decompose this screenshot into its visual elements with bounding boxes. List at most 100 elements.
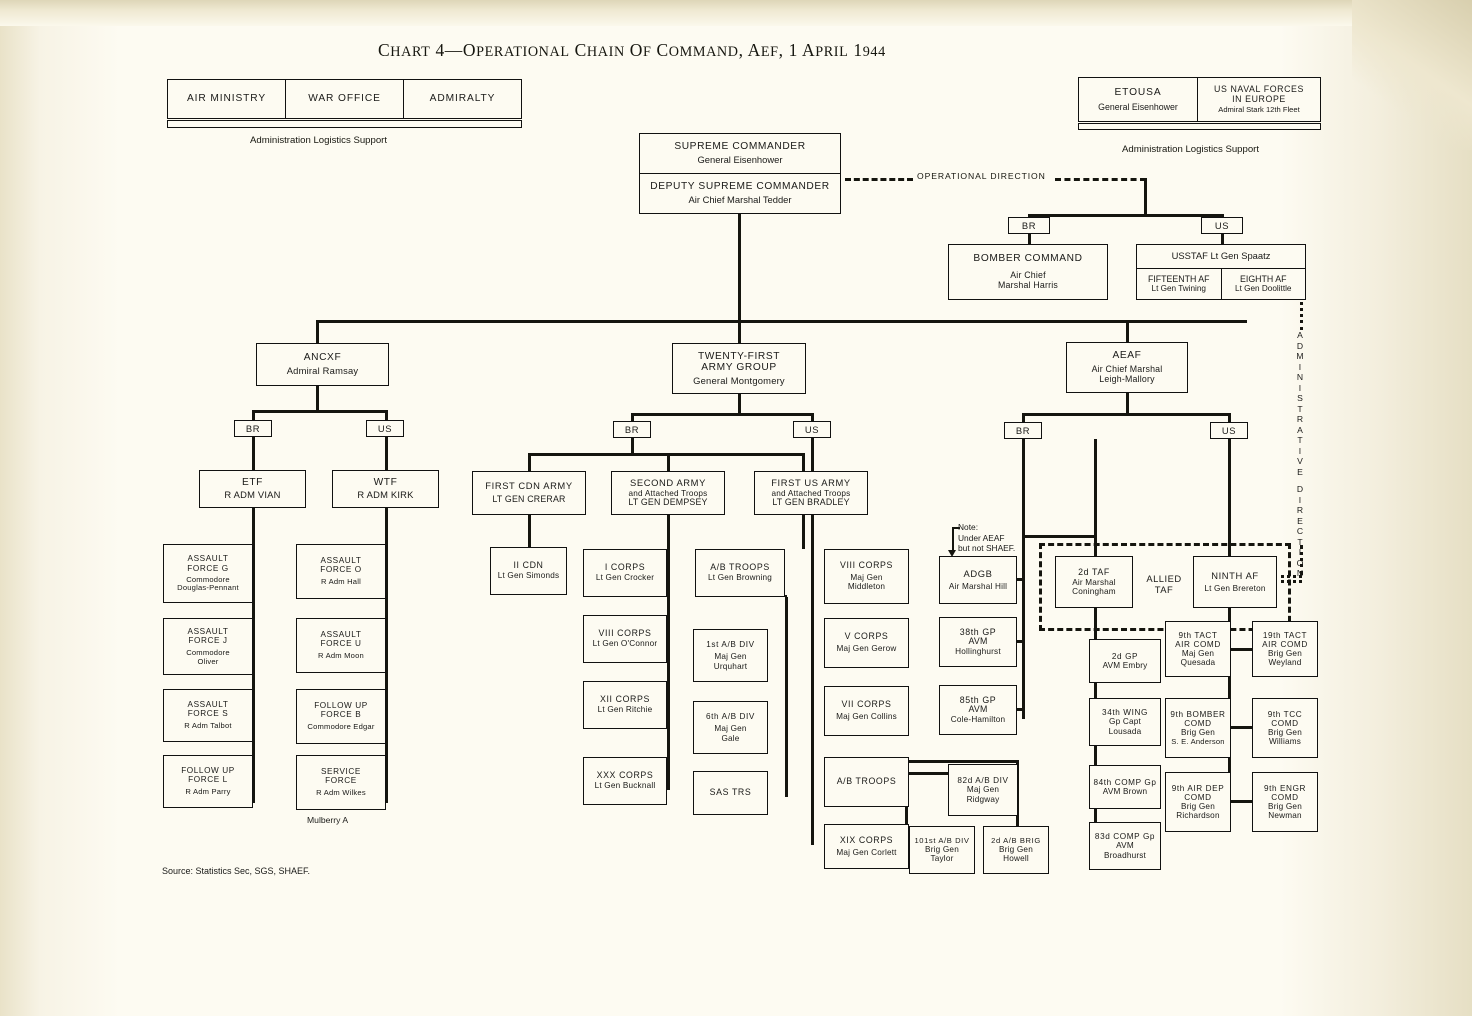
- allied-taf-label-line1: ALLIED: [1146, 573, 1182, 584]
- 38th-gp-box: 38th GP AVM Hollinghurst: [939, 617, 1017, 667]
- tag-br-ancxf: BR: [234, 420, 272, 437]
- v-corps-line2: Maj Gen Gerow: [836, 644, 897, 654]
- follow-up-force-l-line2: FORCE L: [188, 775, 228, 785]
- administrative-direction-label: ADMINISTRATIVE DIRECTION: [1293, 330, 1307, 579]
- operational-direction-label: OPERATIONAL DIRECTION: [917, 171, 1046, 181]
- follow-up-force-b-line2: FORCE B: [320, 710, 362, 720]
- usstaf-title-cell: USSTAF Lt Gen Spaatz: [1137, 245, 1305, 269]
- bomber-command-line2: Marshal Harris: [998, 279, 1058, 290]
- sas-trs-title: SAS TRS: [709, 787, 752, 798]
- sas-trs-box: SAS TRS: [693, 771, 768, 815]
- operational-direction-dash-right: [1055, 178, 1146, 181]
- ancxf-title: ANCXF: [303, 352, 342, 364]
- second-taf-line2: Air Marshal: [1072, 577, 1116, 587]
- 9th-tact-air-comd-box: 9th TACT AIR COMD Maj Gen Quesada: [1165, 621, 1231, 677]
- etf-title: ETF: [241, 477, 264, 489]
- connector-strategic-air-drop: [1144, 178, 1147, 217]
- 38th-gp-line2: AVM: [968, 636, 988, 647]
- 19th-tact-line4: Weyland: [1268, 658, 1302, 668]
- wtf-title: WTF: [373, 477, 398, 489]
- deputy-supreme-commander-title: DEPUTY SUPREME COMMANDER: [650, 181, 830, 193]
- ii-cdn-commander: Lt Gen Simonds: [497, 571, 560, 581]
- connector-us-to-wtf: [385, 437, 388, 470]
- connector-supreme-trunk: [738, 214, 741, 322]
- 84th-comp-gp-title: 84th COMP Gp: [1093, 777, 1157, 787]
- 2d-ab-brig-box: 2d A/B BRIG Brig Gen Howell: [983, 826, 1049, 874]
- us-naval-forces-cell: US NAVAL FORCES IN EUROPE Admiral Stark …: [1198, 78, 1320, 121]
- first-ab-div-line3: Urquhart: [713, 661, 748, 671]
- 101st-ab-div-line3: Taylor: [930, 854, 954, 864]
- connector-to-aeaf: [1126, 320, 1129, 342]
- aeaf-box: AEAF Air Chief Marshal Leigh-Mallory: [1066, 342, 1188, 393]
- 34th-wing-line2: Gp Capt: [1109, 717, 1141, 727]
- 84th-comp-gp-line2: AVM Brown: [1102, 787, 1148, 796]
- sixth-ab-div-line3: Gale: [721, 733, 740, 743]
- 9th-bomber-line2: COMD: [1184, 719, 1212, 729]
- 101st-ab-div-title: 101st A/B DIV: [914, 835, 970, 845]
- fifteenth-af-commander: Lt Gen Twining: [1151, 284, 1206, 294]
- assault-force-u-line2: FORCE U: [320, 639, 362, 649]
- assault-force-g-line1: ASSAULT: [187, 554, 229, 564]
- follow-up-force-b-line3: Commodore Edgar: [307, 722, 375, 732]
- 9th-engr-title: 9th ENGR: [1263, 783, 1307, 793]
- usstaf-box: USSTAF Lt Gen Spaatz FIFTEENTH AF Lt Gen…: [1136, 244, 1306, 300]
- ii-cdn-box: II CDN Lt Gen Simonds: [490, 547, 567, 595]
- viii-corps-br-title: VIII CORPS: [598, 628, 652, 639]
- 9th-tcc-line2: COMD: [1271, 718, 1299, 728]
- 19th-tact-line3: Brig Gen: [1268, 649, 1302, 658]
- connector-br-to-2d-taf: [1094, 439, 1097, 556]
- adgb-title: ADGB: [963, 567, 993, 579]
- aeaf-title: AEAF: [1112, 350, 1142, 362]
- 85th-gp-line2: AVM: [968, 704, 988, 715]
- v-corps-box: V CORPS Maj Gen Gerow: [824, 618, 909, 668]
- viii-corps-us-title: VIII CORPS: [840, 560, 893, 571]
- 83d-comp-gp-line2: AVM: [1116, 841, 1134, 851]
- assault-force-u-line3: R Adm Moon: [318, 651, 364, 661]
- service-force-box: SERVICE FORCE R Adm Wilkes: [296, 755, 386, 810]
- twenty-first-army-group-box: TWENTY-FIRST ARMY GROUP General Montgome…: [672, 343, 806, 394]
- etf-box: ETF R ADM VIAN: [199, 470, 306, 508]
- tag-us-aeaf: US: [1210, 422, 1248, 439]
- 34th-wing-box: 34th WING Gp Capt Lousada: [1089, 698, 1161, 746]
- 9th-air-dep-line3: Brig Gen: [1181, 802, 1215, 811]
- ministry-label: AIR MINISTRY: [186, 93, 267, 105]
- 2d-ab-brig-line3: Howell: [1003, 854, 1029, 864]
- 9th-tact-line4: Quesada: [1180, 658, 1216, 668]
- adgb-box: ADGB Air Marshal Hill: [939, 556, 1017, 604]
- assault-force-u-line1: ASSAULT: [320, 630, 362, 640]
- connector-ancxf-down: [316, 386, 319, 413]
- tag-us-ancxf: US: [366, 420, 404, 437]
- connector-first-cdn-spine: [528, 515, 531, 547]
- allied-taf-label-line2: TAF: [1154, 584, 1174, 595]
- ancxf-box: ANCXF Admiral Ramsay: [256, 343, 389, 386]
- deputy-supreme-commander-name: Air Chief Marshal Tedder: [688, 193, 792, 205]
- us-theater-base-strip: [1078, 123, 1321, 130]
- ab-troops-us-title: A/B TROOPS: [836, 776, 897, 787]
- 83d-comp-gp-title: 83d COMP Gp: [1094, 832, 1156, 842]
- ministry-air-ministry: AIR MINISTRY: [168, 80, 286, 118]
- 9th-air-dep-comd-box: 9th AIR DEP COMD Brig Gen Richardson: [1165, 772, 1231, 832]
- page-title: CHART 4—OPERATIONAL CHAIN OF COMMAND, AE…: [378, 40, 886, 60]
- connector-to-ab-troops-br: [802, 453, 805, 471]
- 2d-ab-brig-title: 2d A/B BRIG: [991, 835, 1041, 845]
- connector-aeaf-down: [1126, 393, 1129, 415]
- connector-ancxf-bus: [252, 410, 388, 413]
- fifteenth-af-cell: FIFTEENTH AF Lt Gen Twining: [1137, 269, 1222, 299]
- service-force-line3: R Adm Wilkes: [316, 788, 366, 798]
- assault-force-o-line2: FORCE O: [320, 565, 362, 575]
- xxx-corps-box: XXX CORPS Lt Gen Bucknall: [583, 757, 667, 805]
- ab-troops-us-box: A/B TROOPS: [824, 757, 909, 807]
- mulberry-a-caption: Mulberry A: [307, 815, 349, 825]
- wtf-box: WTF R ADM KIRK: [332, 470, 439, 508]
- tag-us-army-group: US: [793, 421, 831, 438]
- 2d-gp-line2: AVM Embry: [1102, 661, 1148, 670]
- i-corps-commander: Lt Gen Crocker: [595, 573, 655, 583]
- 19th-tact-air-comd-box: 19th TACT AIR COMD Brig Gen Weyland: [1252, 621, 1318, 677]
- connector-us-to-first-us-army: [811, 438, 814, 471]
- 34th-wing-title: 34th WING: [1102, 708, 1148, 718]
- 84th-comp-gp-box: 84th COMP Gp AVM Brown: [1089, 765, 1161, 809]
- ninth-af-title: NINTH AF: [1211, 569, 1259, 581]
- 9th-engr-line3: Brig Gen: [1268, 802, 1302, 811]
- ministry-admiralty: ADMIRALTY: [404, 80, 521, 118]
- vii-corps-title: VII CORPS: [841, 699, 892, 710]
